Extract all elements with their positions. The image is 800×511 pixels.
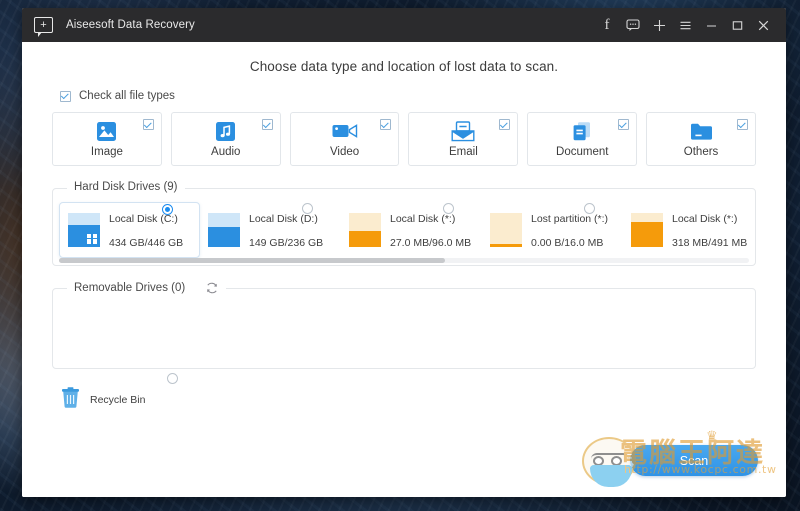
drive-text: Local Disk (*:) 27.0 MB/96.0 MB [390,206,471,252]
drive-name: Lost partition (*:) [531,213,608,225]
drive-strip-scrollbar[interactable] [59,258,749,263]
file-type-label: Video [330,146,359,158]
drive-name: Local Disk (D:) [249,213,318,225]
file-type-tile-video[interactable]: Video [290,112,400,166]
monitor-plus-icon: + [34,17,53,33]
drive-item-local-disk-d[interactable]: Local Disk (D:) 149 GB/236 GB [200,202,341,258]
drive-size: 27.0 MB/96.0 MB [390,237,471,249]
email-icon [451,120,475,142]
drive-item-local-disk-star-1[interactable]: Local Disk (*:) 27.0 MB/96.0 MB [341,202,482,258]
drive-text: Local Disk (*:) 318 MB/491 MB [672,206,747,252]
file-type-tiles: Image Audio Video [52,112,756,166]
others-icon [690,120,713,142]
drive-usage-icon [349,213,381,247]
drive-usage-icon [490,213,522,247]
check-all-label: Check all file types [79,90,175,102]
drive-text: Local Disk (D:) 149 GB/236 GB [249,206,323,252]
document-checkbox[interactable] [618,119,629,130]
drive-item-lost-partition[interactable]: Lost partition (*:) 0.00 B/16.0 MB [482,202,623,258]
file-type-label: Image [91,146,123,158]
recycle-bin-icon [61,387,80,413]
audio-icon [215,120,236,142]
windows-logo-icon [87,234,97,244]
file-type-label: Audio [211,146,240,158]
page-headline: Choose data type and location of lost da… [52,42,756,74]
removable-drives-legend-text: Removable Drives (0) [74,282,185,294]
drive-radio[interactable] [302,203,313,214]
recycle-bin-radio[interactable] [167,373,178,384]
drive-usage-icon [208,213,240,247]
hard-disk-drives-group: Hard Disk Drives (9) Local Disk (C:) 434… [52,188,756,266]
app-title: Aiseesoft Data Recovery [66,19,195,31]
watermark-mascot-icon [582,437,636,485]
drive-name: Local Disk (*:) [672,213,737,225]
watermark-eye-right [611,456,622,466]
file-type-tile-email[interactable]: Email [408,112,518,166]
file-type-tile-document[interactable]: Document [527,112,637,166]
scan-button[interactable]: Scan [630,445,758,476]
video-icon [332,120,358,142]
file-type-label: Others [684,146,719,158]
title-bar-actions: f [594,12,776,38]
email-checkbox[interactable] [499,119,510,130]
others-checkbox[interactable] [737,119,748,130]
drive-usage-icon [631,213,663,247]
image-icon [96,120,117,142]
drive-size: 434 GB/446 GB [109,237,183,249]
file-type-tile-image[interactable]: Image [52,112,162,166]
title-bar: + Aiseesoft Data Recovery f [22,8,786,42]
drive-item-local-disk-star-2[interactable]: Local Disk (*:) 318 MB/491 MB [623,202,755,258]
hard-disk-drives-legend-text: Hard Disk Drives (9) [74,181,178,193]
drive-size: 318 MB/491 MB [672,237,747,249]
hard-disk-drives-legend: Hard Disk Drives (9) [67,181,185,193]
maximize-icon[interactable] [724,12,750,38]
drive-item-local-disk-c[interactable]: Local Disk (C:) 434 GB/446 GB [59,202,200,258]
removable-drives-group: Removable Drives (0) [52,288,756,369]
file-type-tile-audio[interactable]: Audio [171,112,281,166]
drive-text: Lost partition (*:) 0.00 B/16.0 MB [531,206,608,252]
audio-checkbox[interactable] [262,119,273,130]
drive-radio[interactable] [584,203,595,214]
image-checkbox[interactable] [143,119,154,130]
removable-drives-legend: Removable Drives (0) [67,281,226,295]
drive-radio[interactable] [443,203,454,214]
file-type-label: Email [449,146,478,158]
video-checkbox[interactable] [380,119,391,130]
recycle-bin-item[interactable]: Recycle Bin [52,387,192,413]
facebook-icon[interactable]: f [594,12,620,38]
add-icon[interactable] [646,12,672,38]
menu-icon[interactable] [672,12,698,38]
feedback-icon[interactable] [620,12,646,38]
drive-text: Local Disk (C:) 434 GB/446 GB [109,206,183,252]
recycle-bin-label: Recycle Bin [90,394,145,406]
document-icon [571,120,593,142]
close-icon[interactable] [750,12,776,38]
drive-strip-scrollbar-thumb[interactable] [59,258,445,263]
check-all-checkbox[interactable] [60,91,71,102]
drive-name: Local Disk (*:) [390,213,455,225]
watermark-eye-left [593,456,604,466]
minimize-icon[interactable] [698,12,724,38]
main-content: Choose data type and location of lost da… [22,42,786,497]
watermark-crown-icon: ♛ [706,428,718,444]
drive-size: 149 GB/236 GB [249,237,323,249]
drive-usage-icon [68,213,100,247]
file-type-label: Document [556,146,608,158]
drive-size: 0.00 B/16.0 MB [531,237,603,249]
drive-name: Local Disk (C:) [109,213,178,225]
application-window: + Aiseesoft Data Recovery f [22,8,786,497]
check-all-file-types-row[interactable]: Check all file types [52,90,756,102]
drive-strip[interactable]: Local Disk (C:) 434 GB/446 GB Local Disk… [53,189,755,265]
refresh-icon[interactable] [205,281,219,295]
drive-radio[interactable] [162,204,173,215]
file-type-tile-others[interactable]: Others [646,112,756,166]
